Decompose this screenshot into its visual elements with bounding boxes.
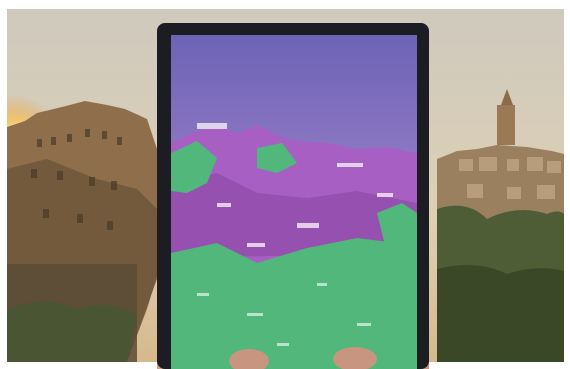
tablet bbox=[157, 23, 429, 369]
left-foliage bbox=[7, 301, 137, 362]
church-tower bbox=[497, 105, 515, 145]
right-foliage-dark bbox=[437, 265, 564, 362]
image-frame bbox=[0, 0, 570, 369]
